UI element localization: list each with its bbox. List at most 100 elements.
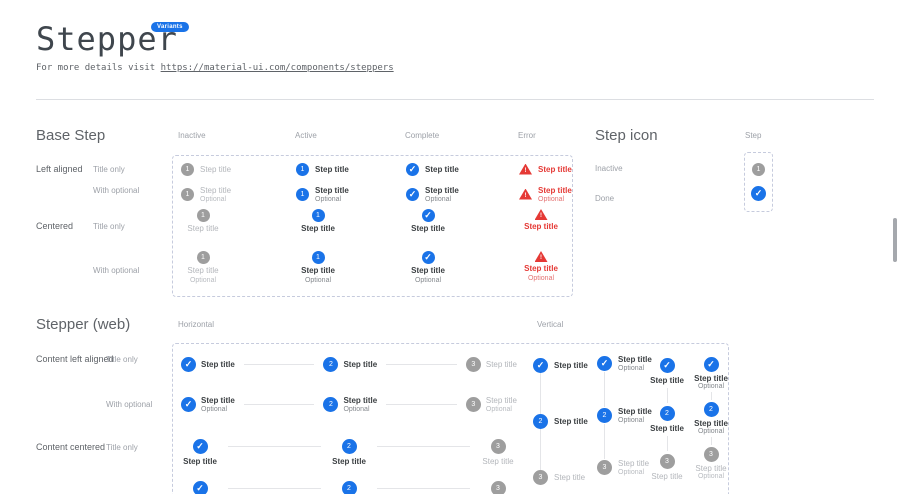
base-step-heading: Base Step (36, 127, 105, 144)
horizontal-stepper-with-optional: ✓ Step titleOptional 2 Step titleOptiona… (181, 396, 517, 413)
step-connector (711, 392, 712, 400)
step-sample-error: ! Step title (519, 156, 572, 182)
step-connector (667, 388, 668, 403)
row-label-content-left: Content left aligned (36, 354, 114, 364)
step-inactive: 3 Step titleOptional (597, 459, 652, 476)
step-sample-centered-complete: ✓ Step title (406, 206, 450, 248)
step-number-icon: 3 (597, 460, 612, 475)
step-title: Step title (187, 224, 218, 233)
step-title: Step title (486, 360, 517, 369)
step-connector (386, 364, 457, 365)
column-header-active: Active (295, 131, 317, 140)
step-connector (244, 364, 315, 365)
step-number-icon: 1 (296, 163, 309, 176)
step-sample-centered-inactive: 1 Step title (181, 206, 225, 248)
check-icon: ✓ (422, 251, 435, 264)
column-header-inactive: Inactive (178, 131, 206, 140)
step-icon-samples-box: 1 ✓ (744, 152, 773, 212)
step-number-icon: 1 (312, 251, 325, 264)
column-header-step: Step (745, 131, 761, 140)
subtitle-text: For more details visit (36, 63, 161, 73)
step-title: Step title (538, 165, 572, 174)
step-sample-inactive: 1 Step title (181, 156, 296, 182)
step-number-icon: 2 (323, 397, 338, 412)
check-icon: ✓ (751, 186, 766, 201)
step-connector (228, 446, 321, 447)
step-title: Step title (301, 224, 335, 233)
step-complete: ✓ Step title (181, 439, 219, 466)
step-title: Step title (343, 396, 377, 405)
subtitle: For more details visit https://material-… (36, 63, 394, 73)
step-sample-complete-optional: ✓ Step titleOptional (406, 182, 519, 206)
check-icon: ✓ (193, 481, 208, 494)
step-title: Step title (301, 266, 335, 275)
step-active: 2 Step titleOptional (323, 396, 377, 413)
column-header-horizontal: Horizontal (178, 320, 214, 329)
step-connector (711, 437, 712, 445)
step-connector (540, 373, 541, 414)
step-number-icon: 1 (197, 251, 210, 264)
step-active: 2 Step title (330, 439, 368, 466)
column-header-error: Error (518, 131, 536, 140)
step-number-icon: 1 (181, 163, 194, 176)
step-title: Step title (411, 266, 445, 275)
step-optional: Optional (190, 277, 216, 284)
step-title: Step title (695, 464, 726, 473)
step-sample-centered-error: ! Step title (519, 206, 563, 248)
step-title: Step title (315, 165, 349, 174)
step-title: Step title (332, 457, 366, 466)
check-icon: ✓ (181, 357, 196, 372)
step-sample-active: 1 Step title (296, 156, 406, 182)
step-title: Step title (201, 396, 235, 405)
step-icon-row-done: Done (595, 194, 614, 203)
step-title: Step title (200, 165, 231, 174)
step-complete: ✓ Step title (533, 358, 588, 373)
stepper-web-heading: Stepper (web) (36, 316, 130, 333)
step-complete: ✓ Step titleOptional (597, 355, 652, 372)
row-label-content-centered: Content centered (36, 442, 105, 452)
check-icon: ✓ (422, 209, 435, 222)
step-title: Step title (425, 165, 459, 174)
step-number-icon: 1 (312, 209, 325, 222)
material-ui-link[interactable]: https://material-ui.com/components/stepp… (161, 63, 394, 73)
step-title: Step title (650, 376, 684, 385)
step-sample-centered-active: 1 Step title (296, 206, 340, 248)
step-optional: Optional (698, 473, 724, 480)
step-number-icon: 2 (342, 439, 357, 454)
step-title: Step title (201, 360, 235, 369)
step-sample-inactive-optional: 1 Step titleOptional (181, 182, 296, 206)
step-number-icon: 3 (491, 481, 506, 494)
step-title: Step title (651, 472, 682, 481)
step-icon-heading: Step icon (595, 127, 658, 144)
check-icon: ✓ (597, 356, 612, 371)
step-number-icon: 1 (752, 163, 765, 176)
step-inactive: 3 Step titleOptional (466, 396, 517, 413)
step-connector (244, 404, 315, 405)
horizontal-stepper-title-only: ✓ Step title 2 Step title 3 Step title (181, 357, 517, 372)
step-title: Step title (650, 424, 684, 433)
step-connector (667, 436, 668, 451)
step-connector (540, 429, 541, 470)
error-icon: ! (535, 209, 548, 220)
step-connector (377, 488, 470, 489)
step-number-icon: 2 (342, 481, 357, 494)
check-icon: ✓ (193, 439, 208, 454)
step-number-icon: 3 (491, 439, 506, 454)
step-optional: Optional (486, 406, 517, 413)
step-number-icon: 3 (660, 454, 675, 469)
step-optional: Optional (315, 196, 349, 203)
sub-label-title-only: Title only (93, 222, 125, 231)
row-label-left-aligned: Left aligned (36, 164, 83, 174)
step-number-icon: 1 (197, 209, 210, 222)
column-header-vertical: Vertical (537, 320, 563, 329)
step-number-icon: 1 (296, 188, 309, 201)
step-title: Step title (482, 457, 513, 466)
step-sample-active-optional: 1 Step titleOptional (296, 182, 406, 206)
check-icon: ✓ (181, 397, 196, 412)
step-title: Step title (315, 186, 349, 195)
step-complete: ✓ Step title (181, 481, 219, 494)
step-sample-complete: ✓ Step title (406, 156, 519, 182)
vertical-scrollbar-thumb[interactable] (893, 218, 897, 262)
step-number-icon: 3 (466, 397, 481, 412)
step-optional: Optional (201, 406, 235, 413)
